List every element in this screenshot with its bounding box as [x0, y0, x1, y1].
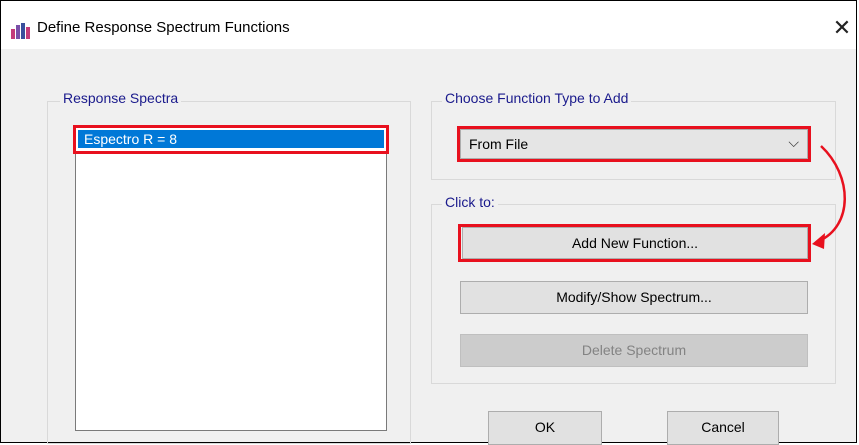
modify-show-spectrum-button[interactable]: Modify/Show Spectrum...	[460, 281, 808, 314]
ok-button[interactable]: OK	[488, 411, 602, 445]
title-bar: Define Response Spectrum Functions ✕	[1, 1, 856, 49]
chevron-down-icon[interactable]: ⌵	[788, 134, 799, 151]
app-icon	[11, 23, 30, 39]
dialog-window: Define Response Spectrum Functions ✕ Res…	[0, 0, 857, 445]
function-type-label: Choose Function Type to Add	[442, 90, 632, 106]
delete-spectrum-button: Delete Spectrum	[460, 334, 808, 367]
add-new-function-button[interactable]: Add New Function...	[462, 227, 808, 259]
close-button[interactable]: ✕	[832, 15, 852, 41]
function-type-value: From File	[469, 136, 529, 152]
list-item[interactable]: Espectro R = 8	[78, 130, 384, 148]
window-title: Define Response Spectrum Functions	[37, 19, 290, 36]
response-spectra-label: Response Spectra	[60, 90, 182, 106]
click-to-label: Click to:	[442, 194, 498, 210]
response-spectra-list[interactable]: Espectro R = 8	[75, 127, 387, 431]
function-type-dropdown[interactable]: From File ⌵	[460, 129, 808, 159]
cancel-button[interactable]: Cancel	[667, 411, 779, 445]
